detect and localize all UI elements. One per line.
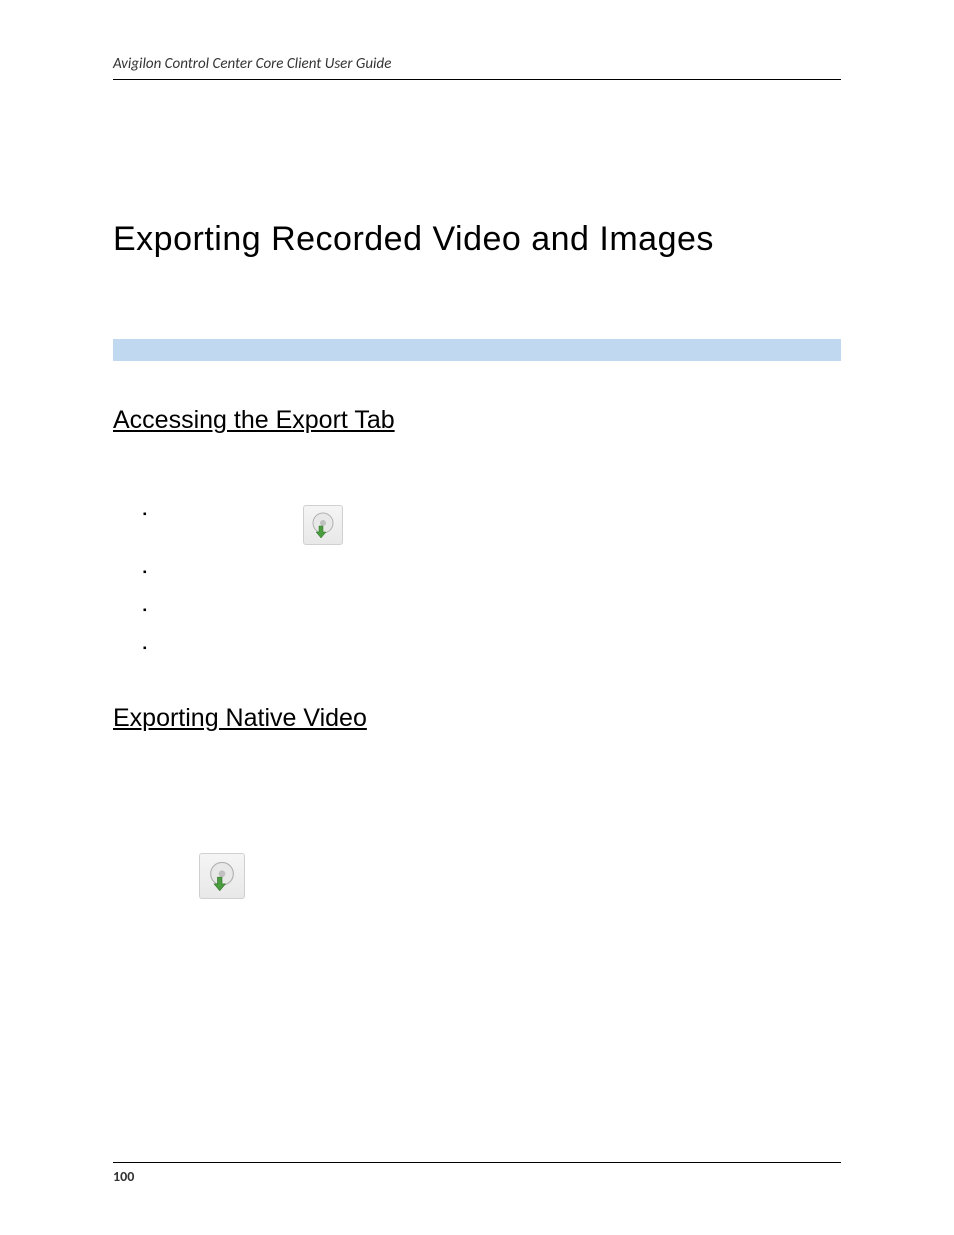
section-title-exporting-native: Exporting Native Video [113,704,841,733]
list-item [143,563,841,583]
export-icon [199,853,245,899]
header-text: Avigilon Control Center Core Client User… [113,55,391,73]
bullet-list [143,505,841,659]
list-item [143,601,841,621]
section-title-accessing-export: Accessing the Export Tab [113,406,841,435]
export-icon [303,505,343,545]
page-number: 100 [113,1168,134,1185]
list-item [143,505,841,545]
page-header: Avigilon Control Center Core Client User… [113,55,841,80]
page-footer: 100 [113,1162,841,1185]
list-item [143,639,841,659]
decorative-bar [113,339,841,361]
main-title: Exporting Recorded Video and Images [113,220,841,259]
